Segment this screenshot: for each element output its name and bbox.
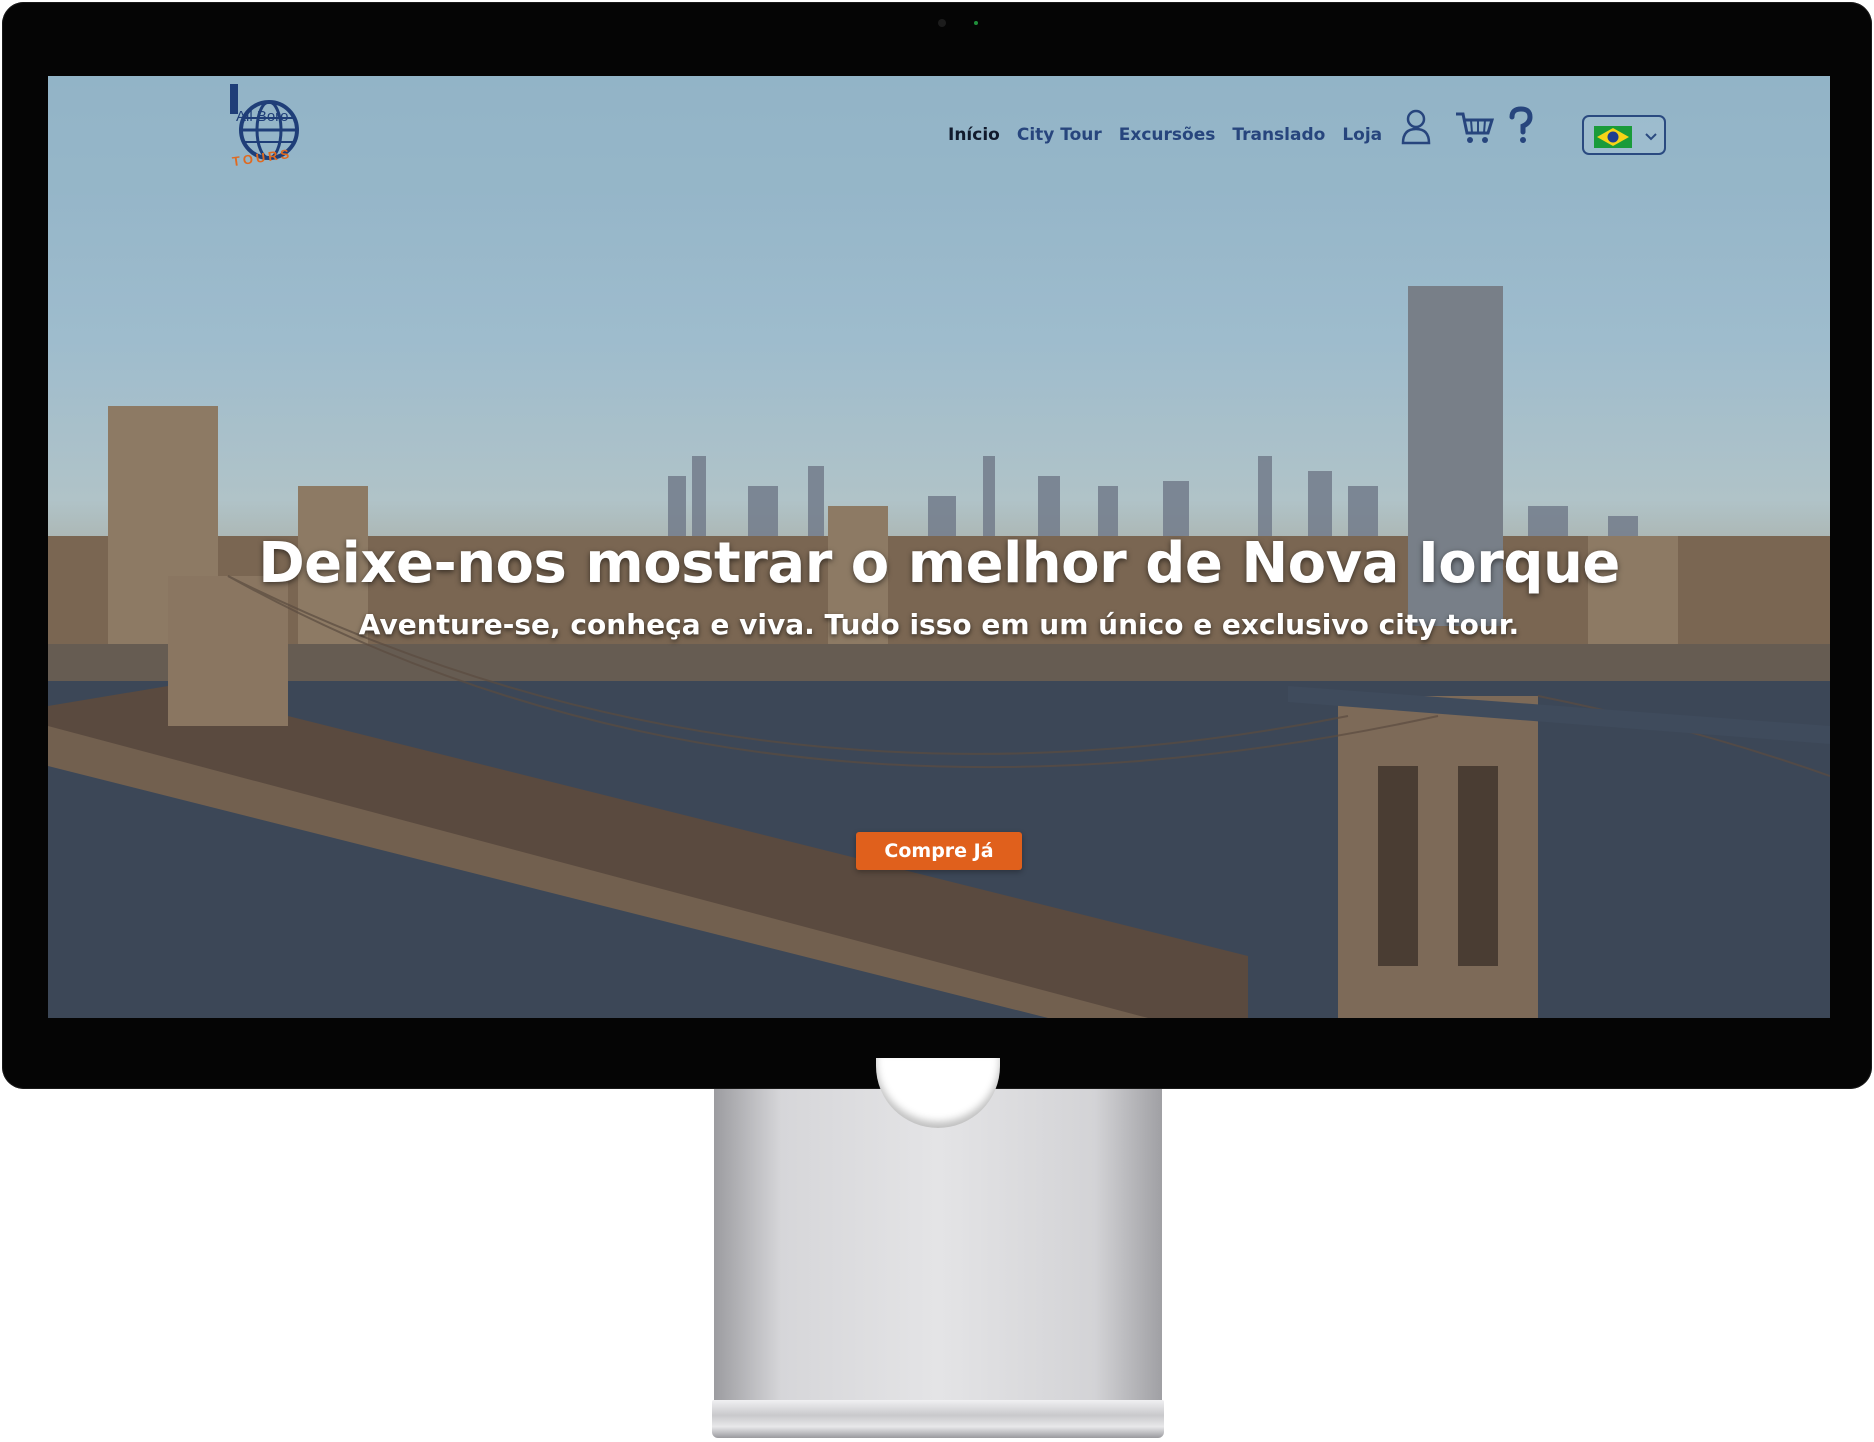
hero-subtitle: Aventure-se, conheça e viva. Tudo isso e… [358, 608, 1520, 641]
brand-logo[interactable]: All Boro TOURS [224, 82, 314, 174]
buy-now-button[interactable]: Compre Já [856, 832, 1022, 870]
nav-item-excursoes[interactable]: Excursões [1119, 125, 1216, 145]
user-icon[interactable] [1401, 109, 1431, 145]
camera-icon [938, 19, 946, 27]
help-icon[interactable] [1508, 106, 1534, 144]
language-select[interactable] [1582, 115, 1666, 155]
nav-item-inicio[interactable]: Início [948, 125, 1000, 145]
brazil-flag-icon [1594, 126, 1632, 148]
cart-icon[interactable] [1454, 111, 1494, 145]
nav-item-translado[interactable]: Translado [1232, 125, 1325, 145]
main-nav: Início City Tour Excursões Translado Loj… [948, 120, 1382, 150]
monitor-mockup: All Boro TOURS Início City Tour Excursõe… [0, 0, 1874, 1442]
camera-led [974, 21, 978, 25]
top-navbar: All Boro TOURS Início City Tour Excursõe… [48, 76, 1830, 195]
nav-item-loja[interactable]: Loja [1342, 125, 1382, 145]
hero-title: Deixe-nos mostrar o melhor de Nova Iorqu… [258, 531, 1620, 596]
logo-text: All Boro [236, 108, 289, 125]
monitor-bezel: All Boro TOURS Início City Tour Excursõe… [2, 2, 1872, 1089]
chevron-down-icon [1645, 133, 1657, 141]
website-screen: All Boro TOURS Início City Tour Excursõe… [48, 76, 1830, 1018]
monitor-stand [714, 1089, 1162, 1407]
monitor-stand-base [712, 1400, 1164, 1438]
nav-item-city-tour[interactable]: City Tour [1017, 125, 1102, 145]
